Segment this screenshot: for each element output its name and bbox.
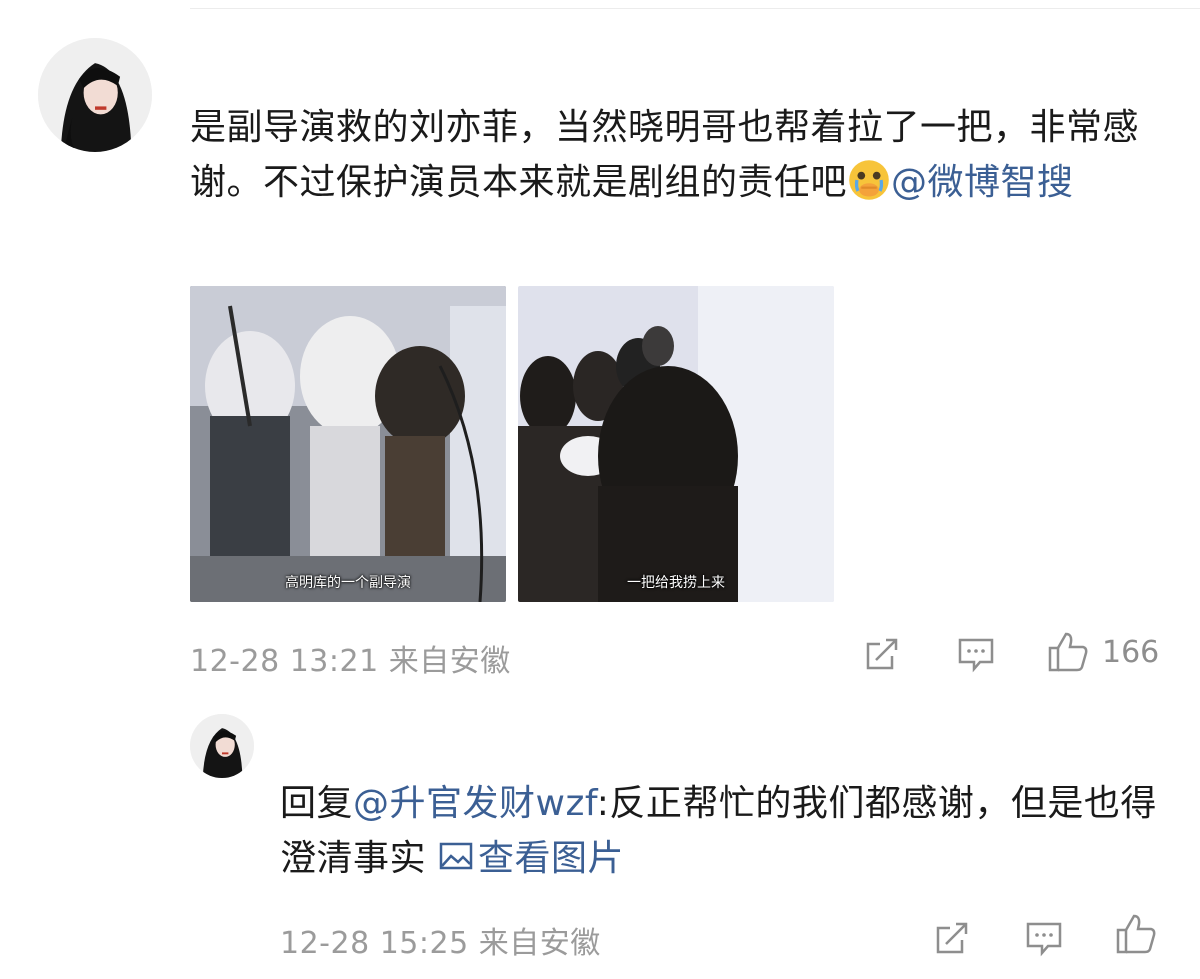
share-icon: [936, 922, 968, 954]
thumbs-up-icon: [1048, 632, 1088, 672]
comment-icon: [1026, 922, 1062, 957]
crying-emoji-icon: [847, 158, 891, 202]
reply-prefix: 回复: [280, 783, 354, 824]
reply-text: 回复@升官发财wzf:反正帮忙的我们都感谢，但是也得澄清事实 查看图片: [280, 776, 1160, 886]
comment-button[interactable]: [956, 634, 996, 674]
post-image-2[interactable]: 一把给我捞上来: [518, 286, 834, 602]
share-button[interactable]: [862, 634, 902, 674]
image-caption: 高明库的一个副导演: [285, 575, 411, 591]
post-image-1[interactable]: 高明库的一个副导演: [190, 286, 506, 602]
mention-link[interactable]: @微博智搜: [891, 162, 1074, 203]
like-button[interactable]: 166: [1046, 630, 1159, 674]
thumbs-up-icon: [1116, 914, 1156, 954]
view-picture-label: 查看图片: [477, 838, 624, 879]
share-icon: [866, 638, 898, 670]
view-picture-link[interactable]: 查看图片: [438, 838, 624, 879]
image-caption: 一把给我捞上来: [627, 575, 725, 591]
comment-meta: 12-28 13:21 来自安徽: [190, 636, 511, 680]
comment-text: 是副导演救的刘亦菲，当然晓明哥也帮着拉了一把，非常感谢。不过保护演员本来就是剧组…: [190, 100, 1150, 210]
comment-icon: [958, 638, 994, 673]
reply-like-button[interactable]: [1114, 912, 1158, 956]
comment-location: 来自安徽: [388, 644, 511, 679]
reply-share-button[interactable]: [932, 918, 972, 958]
top-divider: [190, 8, 1200, 9]
reply-meta: 12-28 15:25 来自安徽: [280, 918, 601, 962]
avatar[interactable]: [38, 38, 152, 152]
reply-avatar[interactable]: [190, 714, 254, 778]
reply-mention-link[interactable]: @升官发财wzf: [353, 783, 597, 824]
reply-location: 来自安徽: [478, 926, 601, 961]
like-count: 166: [1102, 634, 1160, 670]
comment-timestamp: 12-28 13:21: [190, 644, 379, 679]
reply-timestamp: 12-28 15:25: [280, 926, 469, 961]
reply-comment-button[interactable]: [1024, 918, 1064, 958]
image-icon: [438, 835, 474, 871]
